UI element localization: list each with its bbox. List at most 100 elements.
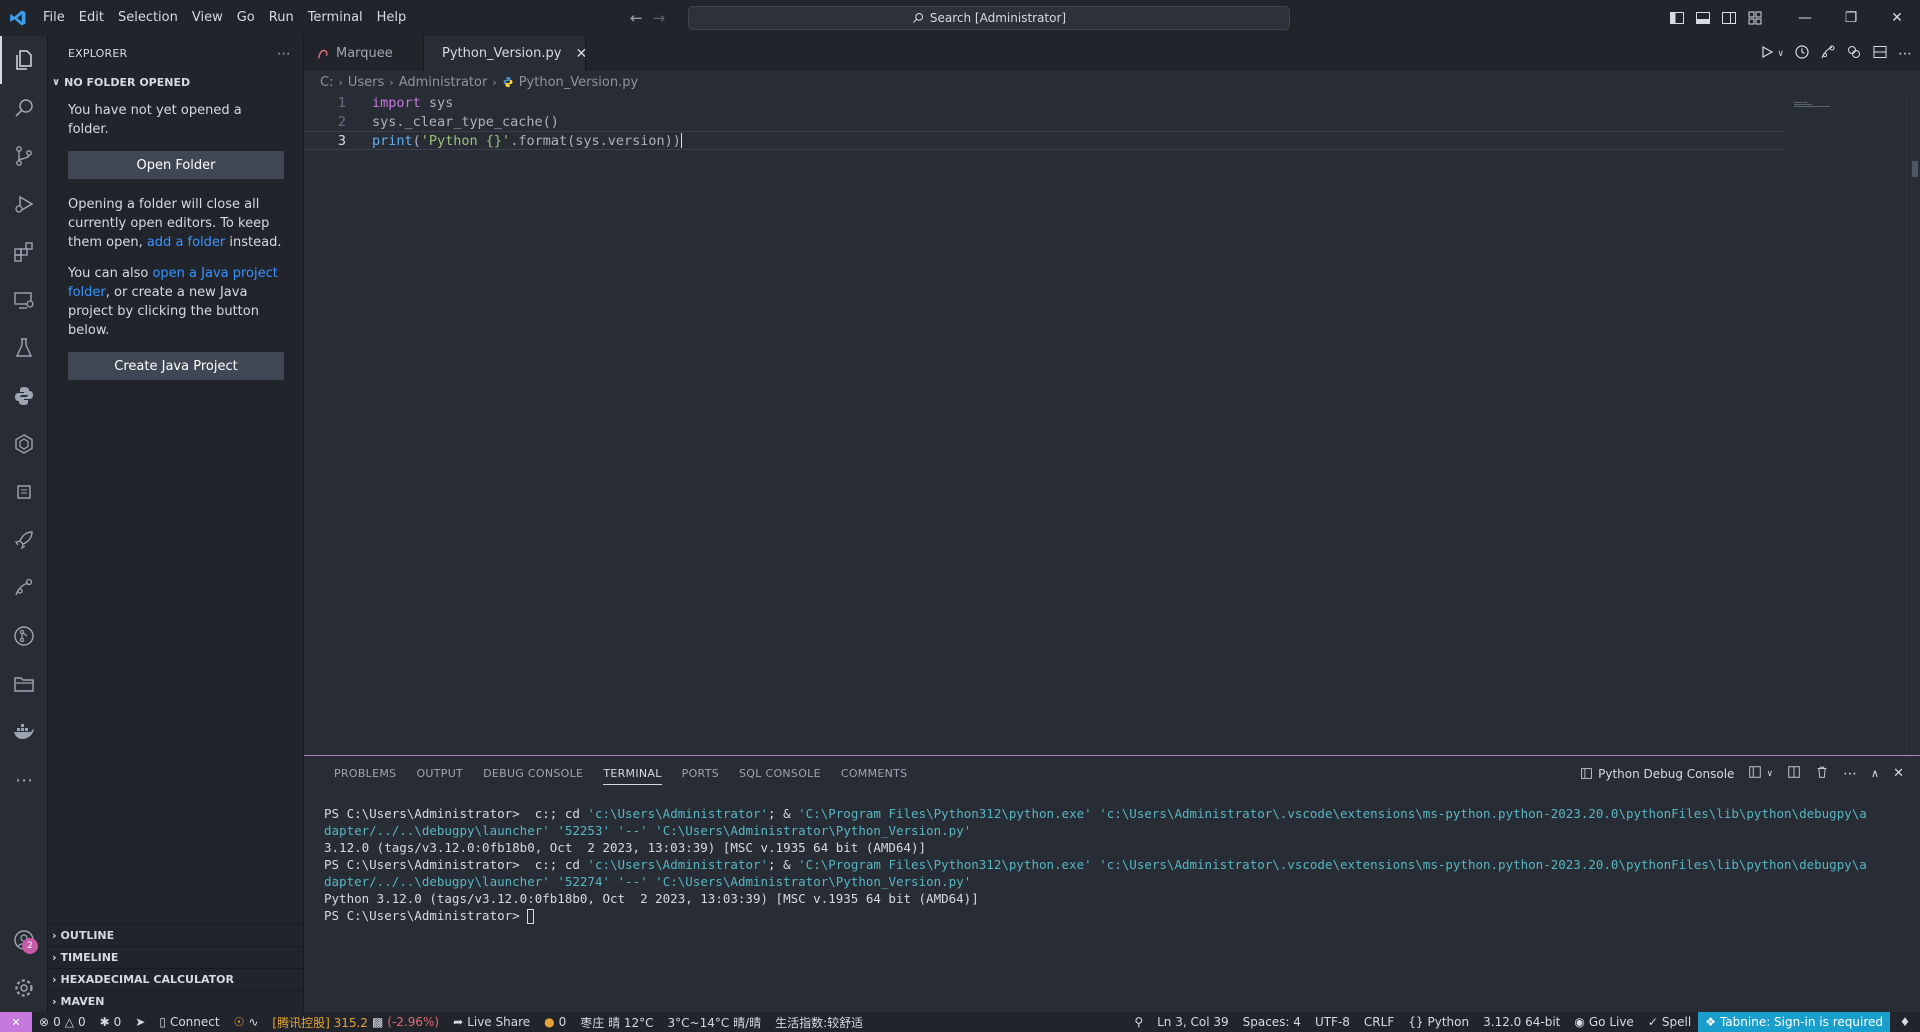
- weather-forecast-status[interactable]: 3°C~14°C 晴/晴: [661, 1012, 769, 1032]
- language-mode[interactable]: {} Python: [1401, 1012, 1476, 1032]
- radio-status[interactable]: ✱ 0: [93, 1012, 129, 1032]
- notes-icon[interactable]: [0, 468, 48, 516]
- problems-status[interactable]: ⊗ 0 △ 0: [32, 1012, 93, 1032]
- customize-layout-icon[interactable]: [1742, 0, 1768, 36]
- tab-problems[interactable]: PROBLEMS: [324, 756, 406, 791]
- code-line[interactable]: 1 import sys: [304, 93, 1920, 112]
- menu-view[interactable]: View: [185, 0, 230, 36]
- menu-selection[interactable]: Selection: [111, 0, 185, 36]
- maximize-panel-icon[interactable]: ∧: [1871, 767, 1879, 780]
- tab-debug-console[interactable]: DEBUG CONSOLE: [473, 756, 593, 791]
- restore-icon[interactable]: ❐: [1828, 0, 1874, 36]
- chevron-down-icon[interactable]: ∨: [1777, 49, 1784, 59]
- hex-calculator-section[interactable]: › HEXADECIMAL CALCULATOR: [48, 968, 304, 990]
- menu-help[interactable]: Help: [370, 0, 414, 36]
- breadcrumb-item[interactable]: Administrator: [399, 75, 488, 90]
- tab-sql-console[interactable]: SQL CONSOLE: [729, 756, 831, 791]
- notifications-bell-icon[interactable]: ♦: [1890, 1012, 1920, 1032]
- debug-status[interactable]: ➤: [128, 1012, 152, 1032]
- activity-status[interactable]: ☉ ∿: [227, 1012, 266, 1032]
- code-line[interactable]: 2 sys._clear_type_cache(): [304, 112, 1920, 131]
- run-debug-icon[interactable]: [0, 180, 48, 228]
- life-index-status[interactable]: 生活指数:较舒适: [768, 1012, 870, 1032]
- connect-status[interactable]: ▯ Connect: [152, 1012, 226, 1032]
- weather-status[interactable]: 枣庄 晴 12°C: [573, 1012, 660, 1032]
- code-editor[interactable]: 1 import sys 2 sys._clear_type_cache() 3…: [304, 93, 1920, 150]
- forward-arrow-icon[interactable]: →: [653, 9, 666, 27]
- trash-icon[interactable]: [1815, 765, 1829, 782]
- database-icon[interactable]: [0, 564, 48, 612]
- live-share-status[interactable]: ➦ Live Share: [446, 1012, 537, 1032]
- minimize-icon[interactable]: —: [1782, 0, 1828, 36]
- menu-terminal[interactable]: Terminal: [301, 0, 370, 36]
- manage-gear-icon[interactable]: [0, 964, 48, 1012]
- scrollbar-thumb[interactable]: [1912, 161, 1918, 177]
- python-interpreter[interactable]: 3.12.0 64-bit: [1476, 1012, 1567, 1032]
- timeline-history-icon[interactable]: [1794, 44, 1810, 64]
- eol-status[interactable]: CRLF: [1357, 1012, 1401, 1032]
- explorer-icon[interactable]: [0, 36, 48, 84]
- cursor-position[interactable]: Ln 3, Col 39: [1150, 1012, 1236, 1032]
- breadcrumb-item[interactable]: Users: [348, 75, 384, 90]
- stock-status[interactable]: [腾讯控股] 315.2 ▩ (-2.96%): [265, 1012, 446, 1032]
- outline-section[interactable]: › OUTLINE: [48, 924, 304, 946]
- encoding-status[interactable]: UTF-8: [1308, 1012, 1357, 1032]
- breadcrumb-item[interactable]: Python_Version.py: [519, 75, 638, 90]
- remote-indicator-icon[interactable]: ✕: [0, 1012, 32, 1032]
- more-actions-icon[interactable]: ⋯: [1843, 766, 1857, 782]
- gitlens-icon[interactable]: [0, 612, 48, 660]
- tab-marquee[interactable]: Marquee: [304, 36, 424, 71]
- close-panel-icon[interactable]: ✕: [1893, 766, 1904, 781]
- python-icon[interactable]: [0, 372, 48, 420]
- create-java-project-button[interactable]: Create Java Project: [68, 352, 284, 380]
- tab-comments[interactable]: COMMENTS: [831, 756, 918, 791]
- menu-run[interactable]: Run: [262, 0, 301, 36]
- extensions-icon[interactable]: [0, 228, 48, 276]
- docker-icon[interactable]: [0, 708, 48, 756]
- coins-status[interactable]: ● 0: [537, 1012, 573, 1032]
- more-actions-icon[interactable]: ⋯: [277, 46, 291, 62]
- command-center-search[interactable]: Search [Administrator]: [688, 6, 1290, 30]
- minimap[interactable]: [1794, 94, 1834, 107]
- breadcrumb-item[interactable]: C:: [320, 75, 333, 90]
- split-editor-icon[interactable]: [1872, 44, 1888, 64]
- add-folder-link[interactable]: add a folder: [147, 235, 225, 250]
- tab-python-version[interactable]: Python_Version.py ✕: [424, 36, 587, 71]
- rocket-icon[interactable]: [0, 516, 48, 564]
- terminal-output[interactable]: PS C:\Users\Administrator> c:; cd 'c:\Us…: [304, 791, 1920, 924]
- spell-status[interactable]: ✓ Spell: [1641, 1012, 1698, 1032]
- source-control-icon[interactable]: [0, 132, 48, 180]
- testing-icon[interactable]: [0, 324, 48, 372]
- menu-edit[interactable]: Edit: [72, 0, 111, 36]
- more-views-icon[interactable]: ⋯: [0, 756, 48, 804]
- editor-vertical-scrollbar[interactable]: [1906, 93, 1920, 755]
- no-folder-section-header[interactable]: ∨ NO FOLDER OPENED: [48, 71, 303, 93]
- tabnine-status[interactable]: ❖ Tabnine: Sign-in is required: [1698, 1012, 1890, 1032]
- tab-terminal[interactable]: TERMINAL: [593, 756, 671, 791]
- maven-section[interactable]: › MAVEN: [48, 990, 304, 1012]
- menu-file[interactable]: File: [36, 0, 72, 36]
- open-changes-icon[interactable]: [1846, 44, 1862, 64]
- project-manager-icon[interactable]: [0, 660, 48, 708]
- toggle-secondary-sidebar-icon[interactable]: [1716, 0, 1742, 36]
- compare-changes-icon[interactable]: [1820, 44, 1836, 64]
- accounts-icon[interactable]: 2: [0, 916, 48, 964]
- location-status[interactable]: ⚲: [1127, 1012, 1150, 1032]
- open-folder-button[interactable]: Open Folder: [68, 151, 284, 179]
- search-view-icon[interactable]: [0, 84, 48, 132]
- split-terminal-icon[interactable]: [1787, 765, 1801, 782]
- containers-icon[interactable]: [0, 420, 48, 468]
- remote-explorer-icon[interactable]: [0, 276, 48, 324]
- toggle-panel-icon[interactable]: [1690, 0, 1716, 36]
- terminal-selector[interactable]: Python Debug Console: [1580, 767, 1734, 781]
- indentation-status[interactable]: Spaces: 4: [1236, 1012, 1308, 1032]
- more-actions-icon[interactable]: ⋯: [1898, 46, 1912, 62]
- go-live-button[interactable]: ◉ Go Live: [1567, 1012, 1640, 1032]
- toggle-primary-sidebar-icon[interactable]: [1664, 0, 1690, 36]
- code-line-current[interactable]: 3 print('Python {}'.format(sys.version)): [304, 131, 1784, 150]
- tab-ports[interactable]: PORTS: [672, 756, 729, 791]
- timeline-section[interactable]: › TIMELINE: [48, 946, 304, 968]
- chevron-down-icon[interactable]: ∨: [1766, 769, 1773, 779]
- back-arrow-icon[interactable]: ←: [630, 9, 643, 27]
- menu-go[interactable]: Go: [230, 0, 262, 36]
